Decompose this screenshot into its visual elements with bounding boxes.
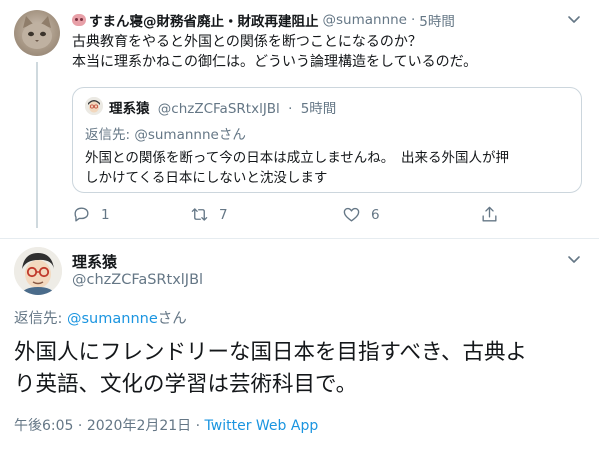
parent-separator: · xyxy=(411,12,416,28)
like-icon xyxy=(343,207,360,222)
quote-header: 理系猿 @chzZCFaSRtxlJBl · 5時間 xyxy=(109,97,336,117)
like-button[interactable]: 6 xyxy=(342,205,380,224)
reply-icon xyxy=(74,207,89,222)
main-text-line: 外国人にフレンドリーな国日本を目指すべき、古典よ xyxy=(14,340,527,365)
reply-prefix: 返信先: xyxy=(14,311,67,327)
like-count: 6 xyxy=(371,206,380,223)
tweet-action-bar: 1 7 6 xyxy=(72,205,502,229)
main-author-name[interactable]: 理系猿 xyxy=(72,251,117,272)
quote-author-handle: @chzZCFaSRtxlJBl xyxy=(157,101,280,117)
parent-tweet-header: すまん寝@財務省廃止・財政再建阻止 @sumannne · 5時間 xyxy=(72,10,455,30)
retweet-icon xyxy=(191,208,208,221)
pig-nose-emoji xyxy=(72,14,86,26)
retweet-button[interactable]: 7 xyxy=(190,205,228,224)
quote-author-name: 理系猿 xyxy=(109,101,150,117)
retweet-count: 7 xyxy=(219,206,228,223)
reply-count: 1 xyxy=(101,206,110,223)
tweet-divider xyxy=(0,238,599,239)
cat-avatar[interactable] xyxy=(14,10,60,56)
tweet-metadata: 午後6:05 · 2020年2月21日 · Twitter Web App xyxy=(14,415,318,435)
main-text-line: り英語、文化の学習は芸術科目で。 xyxy=(14,372,358,397)
share-icon xyxy=(482,206,497,222)
quote-tweet-text: 外国との関係を断って今の日本は成立しませんね。 出来る外国人が押 しかけてくる日… xyxy=(85,148,575,188)
main-author-avatar[interactable] xyxy=(14,247,62,295)
quote-timestamp: 5時間 xyxy=(300,101,337,117)
quote-author-avatar xyxy=(85,97,103,115)
parent-tweet-text: 古典教育をやると外国との関係を断つことになるのか？ 本当に理系かねこの御仁は。ど… xyxy=(72,32,572,72)
share-button[interactable] xyxy=(480,205,509,224)
meta-separator: · xyxy=(77,418,83,434)
quote-reply-context: 返信先: @sumannneさん xyxy=(85,127,246,143)
chevron-down-icon[interactable] xyxy=(567,252,581,266)
chevron-down-icon[interactable] xyxy=(567,12,581,26)
main-tweet-text: 外国人にフレンドリーな国日本を目指すべき、古典よ り英語、文化の学習は芸術科目で… xyxy=(14,337,586,401)
parent-author-handle[interactable]: @sumannne xyxy=(323,12,408,28)
reply-suffix: さん xyxy=(157,311,187,327)
source-app-link[interactable]: Twitter Web App xyxy=(205,418,319,434)
reply-button[interactable]: 1 xyxy=(72,205,110,224)
quote-separator: · xyxy=(288,101,293,117)
parent-text-line: 古典教育をやると外国との関係を断つことになるのか？ xyxy=(72,34,422,50)
tweet-time[interactable]: 午後6:05 xyxy=(14,418,73,434)
quote-text-line: しかけてくる日本にしないと沈没します xyxy=(85,170,328,186)
parent-text-line: 本当に理系かねこの御仁は。どういう論理構造をしているのだ。 xyxy=(72,54,478,70)
tweet-date[interactable]: 2020年2月21日 xyxy=(87,418,191,434)
quote-text-line: 外国との関係を断って今の日本は成立しませんね。 出来る外国人が押 xyxy=(85,150,510,166)
quoted-tweet-card[interactable]: 理系猿 @chzZCFaSRtxlJBl · 5時間 返信先: @sumannn… xyxy=(72,87,582,193)
parent-author-name[interactable]: すまん寝@財務省廃止・財政再建阻止 xyxy=(89,10,319,30)
main-reply-context: 返信先: @sumannneさん xyxy=(14,307,187,328)
main-author-handle[interactable]: @chzZCFaSRtxlJBl xyxy=(72,272,203,288)
reply-mention-link[interactable]: @sumannne xyxy=(67,311,158,327)
thread-connector-line xyxy=(36,62,38,228)
parent-timestamp[interactable]: 5時間 xyxy=(419,10,455,30)
meta-separator: · xyxy=(195,418,201,434)
